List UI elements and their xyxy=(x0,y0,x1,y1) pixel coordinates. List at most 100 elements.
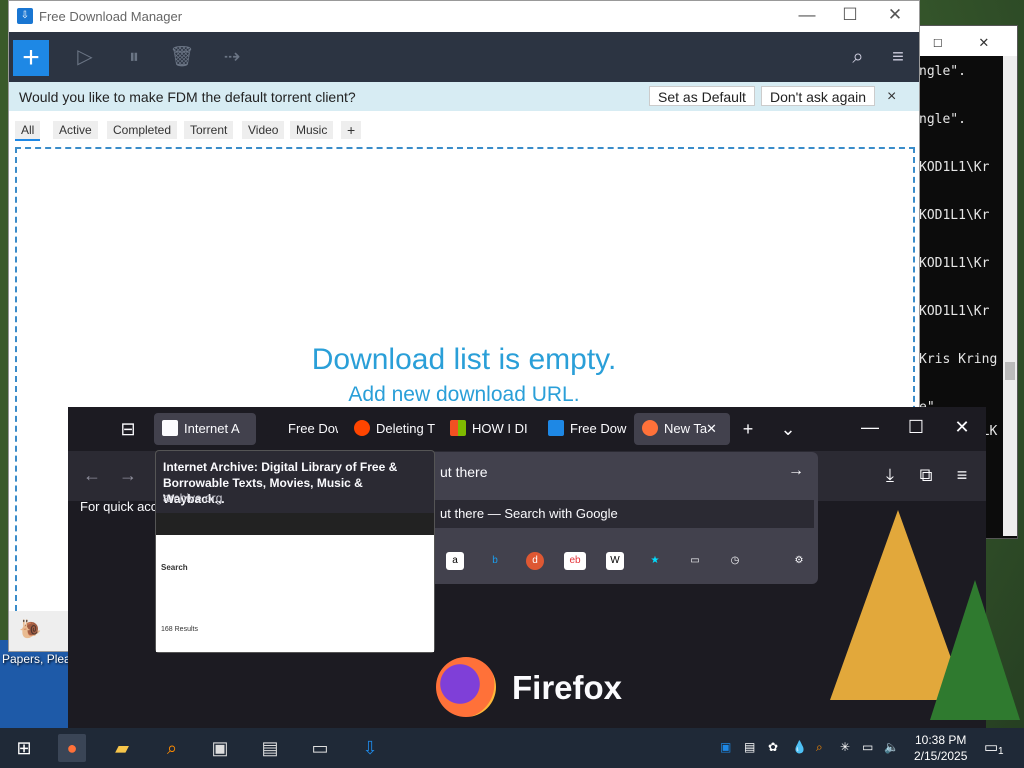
firefox-taskbar-icon[interactable]: ● xyxy=(58,734,86,762)
back-icon[interactable]: ← xyxy=(80,465,104,486)
clock[interactable]: 10:38 PM 2/15/2025 xyxy=(914,732,967,764)
tray-snowflake-icon[interactable]: ✳ xyxy=(840,740,850,754)
duckduckgo-shortcut-icon[interactable]: d xyxy=(526,552,544,570)
tab-internet-archive[interactable]: Internet A xyxy=(154,413,256,445)
filter-tabs: All Active Completed Torrent Video Music… xyxy=(9,111,919,145)
desktop-icon-label[interactable]: Papers, Plea xyxy=(2,652,71,666)
add-filter-button[interactable]: + xyxy=(341,121,362,139)
close-notice-icon[interactable]: × xyxy=(887,88,896,106)
file-explorer-icon[interactable]: ▰ xyxy=(108,734,136,762)
filter-all[interactable]: All xyxy=(15,121,41,141)
terminal-scrollbar[interactable] xyxy=(1003,56,1017,536)
notification-count: 1 xyxy=(998,746,1004,757)
dont-ask-button[interactable]: Don't ask again xyxy=(761,86,876,106)
go-arrow-icon[interactable]: → xyxy=(788,462,804,480)
fdm-app-icon: ⇩ xyxy=(17,8,33,24)
notification-center-icon[interactable]: ▭ xyxy=(984,738,998,756)
maximize-button[interactable]: ☐ xyxy=(904,417,928,438)
scrollbar-thumb[interactable] xyxy=(1005,362,1015,380)
firefox-tabbar: ⊟ Internet A Free Dow Deleting T HOW I D… xyxy=(68,407,986,451)
app-box-icon[interactable]: ▣ xyxy=(206,734,234,762)
reddit-icon xyxy=(354,420,370,436)
christmas-tree-decoration xyxy=(930,580,1020,720)
fdm-icon xyxy=(548,420,564,436)
tray-drop-icon[interactable]: 💧 xyxy=(792,740,807,754)
downloads-icon[interactable]: ⤓ xyxy=(878,465,902,486)
tab-new-tab[interactable]: New Ta ✕ xyxy=(634,413,730,445)
search-app-icon[interactable]: ⌕ xyxy=(158,734,186,762)
maximize-button[interactable]: ☐ xyxy=(933,32,943,51)
suggestion-text: ut there xyxy=(440,506,485,521)
menu-icon[interactable]: ≡ xyxy=(885,44,911,70)
set-default-button[interactable]: Set as Default xyxy=(649,86,755,106)
tab-how-i-did[interactable]: HOW I DI xyxy=(448,413,532,445)
minimize-button[interactable]: — xyxy=(858,417,882,438)
settings-gear-icon[interactable]: ⚙ xyxy=(790,552,808,570)
close-tab-icon[interactable]: ✕ xyxy=(706,413,717,445)
start-windows-icon[interactable]: ⊞ xyxy=(10,734,38,762)
tab-label: Free Dow xyxy=(570,421,627,436)
tab-overview-icon[interactable]: ⊟ xyxy=(116,419,140,440)
delete-icon[interactable]: 🗑 xyxy=(169,44,195,70)
add-download-button[interactable]: + xyxy=(13,40,49,76)
terminal-titlebar: ☐ ✕ xyxy=(913,26,1017,56)
forward-icon[interactable]: → xyxy=(116,465,140,486)
tab-free-download-1[interactable]: Free Dow xyxy=(258,413,338,445)
history-icon[interactable]: ◷ xyxy=(726,552,744,570)
filter-active[interactable]: Active xyxy=(53,121,98,139)
filter-completed[interactable]: Completed xyxy=(107,121,178,139)
tab-deleting[interactable]: Deleting T xyxy=(350,413,436,445)
search-icon[interactable]: ⌕ xyxy=(845,44,871,70)
search-suggestion[interactable]: ut there — Search with Google xyxy=(432,500,814,528)
ebay-shortcut-icon[interactable]: eb xyxy=(564,552,586,570)
tab-label: Free Dow xyxy=(288,421,338,436)
tab-label: New Ta xyxy=(664,421,708,436)
extensions-icon[interactable]: ⧉ xyxy=(914,465,938,486)
move-folder-icon[interactable]: ⇢ xyxy=(219,44,245,70)
tray-app-icon[interactable]: ▤ xyxy=(744,740,755,754)
terminal-line: ngle". xyxy=(919,64,966,79)
terminal-taskbar-icon[interactable]: ▭ xyxy=(306,734,334,762)
new-tab-icon[interactable]: + xyxy=(736,419,760,440)
wikipedia-shortcut-icon[interactable]: W xyxy=(606,552,624,570)
terminal-line: KOD1L1\Kr xyxy=(919,160,990,175)
app-monitor-icon[interactable]: ▤ xyxy=(256,734,284,762)
fdm-tray-icon[interactable]: ▣ xyxy=(720,740,731,754)
snail-speed-icon[interactable]: 🐌 xyxy=(19,619,41,640)
filter-video[interactable]: Video xyxy=(242,121,285,139)
tray-settings-icon[interactable]: ✿ xyxy=(768,740,778,754)
tab-free-download-2[interactable]: Free Dow xyxy=(546,413,630,445)
url-input[interactable]: ut there xyxy=(440,464,487,480)
filter-torrent[interactable]: Torrent xyxy=(184,121,234,139)
volume-icon[interactable]: 🔈 xyxy=(884,740,899,754)
fdm-statusbar: 🐌 xyxy=(9,611,77,651)
tray-search-icon[interactable]: ⌕ xyxy=(816,740,823,755)
network-icon[interactable]: ▭ xyxy=(862,740,873,754)
bing-shortcut-icon[interactable]: b xyxy=(486,552,504,570)
close-button[interactable]: ✕ xyxy=(979,32,989,51)
maximize-button[interactable]: ☐ xyxy=(834,5,866,25)
resume-icon[interactable]: ▷ xyxy=(72,44,98,70)
pause-icon[interactable]: ⏸ xyxy=(121,44,147,70)
add-url-link[interactable]: Add new download URL. xyxy=(9,383,919,407)
close-button[interactable]: ✕ xyxy=(879,5,911,25)
app-menu-icon[interactable]: ≡ xyxy=(950,465,974,486)
bookmarks-icon[interactable]: ★ xyxy=(646,552,664,570)
fdm-icon xyxy=(266,420,282,436)
minimize-button[interactable]: — xyxy=(791,5,823,25)
archive-icon xyxy=(162,420,178,436)
filter-music[interactable]: Music xyxy=(290,121,334,139)
tabs-icon[interactable]: ▭ xyxy=(686,552,704,570)
terminal-line: KOD1L1\Kr xyxy=(919,208,990,223)
close-button[interactable]: ✕ xyxy=(950,417,974,438)
list-tabs-icon[interactable]: ⌄ xyxy=(776,419,800,440)
amazon-shortcut-icon[interactable]: a xyxy=(446,552,464,570)
firefox-logo-icon xyxy=(436,657,496,717)
fdm-toolbar: + ▷ ⏸ 🗑 ⇢ ⌕ ≡ xyxy=(9,32,919,82)
suggestion-suffix: — Search with Google xyxy=(487,506,618,521)
quick-access-text: For quick acce xyxy=(80,499,165,514)
fdm-taskbar-icon[interactable]: ⇩ xyxy=(356,734,384,762)
